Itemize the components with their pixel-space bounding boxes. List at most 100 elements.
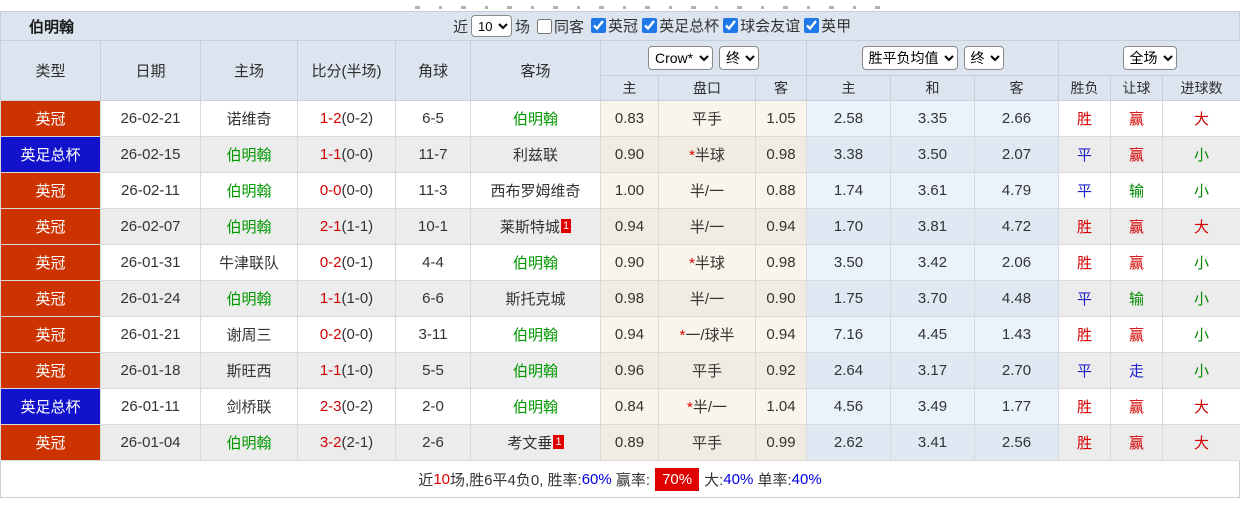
odds-time-select[interactable]: 终 (719, 46, 759, 70)
away-team-cell: 考文垂 1 (470, 424, 601, 461)
team-name: 考文垂 (507, 435, 553, 452)
league-cell: 英冠 (0, 100, 101, 137)
goals-cell: 小 (1162, 244, 1240, 281)
home-odds-cell: 0.84 (600, 388, 659, 425)
home-odds-cell: 0.83 (600, 100, 659, 137)
home-odds-cell: 0.94 (600, 208, 659, 245)
goals-cell: 小 (1162, 352, 1240, 389)
home-team-cell: 伯明翰 (200, 280, 298, 317)
home-odds-cell: 0.96 (600, 352, 659, 389)
home-team-cell: 伯明翰 (200, 136, 298, 173)
league-filter-checkbox[interactable] (642, 18, 658, 33)
table-row: 英冠 26-01-31 牛津联队 0-2(0-1) 4-4 伯明翰 0.90 *… (0, 244, 1240, 281)
result-cell: 平 (1058, 352, 1112, 389)
mean-away-cell: 4.48 (974, 280, 1060, 317)
goals-cell: 小 (1162, 280, 1240, 317)
handicap-result-cell: 赢 (1110, 316, 1164, 353)
title-bar: 伯明翰 近 10 场 同客 英冠 英足总杯 球会友谊 英甲 (0, 11, 1240, 40)
home-team-cell: 伯明翰 (200, 172, 298, 209)
corners-cell: 10-1 (395, 208, 471, 245)
red-card-badge: 1 (553, 435, 564, 449)
handicap-cell: *一/球半 (658, 316, 756, 353)
mean-home-cell: 1.74 (806, 172, 892, 209)
score-cell: 1-1(1-0) (297, 280, 396, 317)
goals-cell: 大 (1162, 208, 1240, 245)
scope-select[interactable]: 全场 (1122, 46, 1177, 70)
mean-type-select[interactable]: 胜平负均值 (861, 46, 958, 70)
summary-segment: 70% (655, 467, 700, 491)
handicap-cell: 平手 (658, 424, 756, 461)
league-filter-group: 英冠 英足总杯 球会友谊 英甲 (587, 15, 851, 37)
corners-cell: 6-6 (395, 280, 471, 317)
team-name: 伯明翰 (226, 183, 272, 200)
date-cell: 26-01-04 (100, 424, 201, 461)
same-opponent-checkbox[interactable] (537, 18, 553, 34)
team-name: 剑桥联 (226, 399, 272, 416)
result-cell: 平 (1058, 136, 1112, 173)
home-team-cell: 诺维奇 (200, 100, 298, 137)
odds-company-select[interactable]: Crow* (648, 46, 713, 70)
mean-time-select[interactable]: 终 (963, 46, 1004, 70)
league-filter-checkbox[interactable] (804, 18, 820, 33)
corners-cell: 2-0 (395, 388, 471, 425)
same-opponent-option[interactable]: 同客 (533, 16, 584, 37)
odds-select-cell: Crow* 终 (599, 40, 808, 76)
mean-draw-cell: 3.35 (890, 100, 976, 137)
handicap-star: * (689, 255, 695, 272)
league-cell: 英冠 (0, 424, 101, 461)
team-name: 伯明翰 (226, 435, 272, 452)
handicap-cell: 半/一 (658, 172, 756, 209)
score-cell: 2-3(0-2) (297, 388, 396, 425)
mean-home-cell: 4.56 (806, 388, 892, 425)
handicap-cell: 半/一 (658, 280, 756, 317)
date-cell: 26-02-15 (100, 136, 201, 173)
recent-label: 近 (453, 18, 469, 36)
score-cell: 0-2(0-0) (297, 316, 396, 353)
recent-count-select[interactable]: 10 (471, 15, 513, 37)
team-name: 斯旺西 (226, 363, 272, 380)
handicap-cell: *半球 (658, 136, 756, 173)
date-cell: 26-01-18 (100, 352, 201, 389)
league-filter-checkbox[interactable] (723, 18, 739, 33)
away-odds-cell: 0.88 (754, 172, 808, 209)
filter-controls: 近 10 场 同客 英冠 英足总杯 球会友谊 英甲 (453, 12, 851, 40)
summary-segment: 单率: (753, 471, 792, 489)
mean-draw-cell: 3.61 (890, 172, 976, 209)
score-cell: 1-2(0-2) (297, 100, 396, 137)
home-team-cell: 牛津联队 (200, 244, 298, 281)
league-filter-1[interactable]: 英足总杯 (638, 15, 719, 36)
mean-draw-cell: 3.41 (890, 424, 976, 461)
summary-segment: 40% (723, 470, 754, 488)
away-team-cell: 斯托克城 (470, 280, 601, 317)
sub-header-odds-home: 主 (600, 75, 659, 101)
col-header-type: 类型 (0, 40, 101, 101)
away-odds-cell: 0.94 (754, 316, 808, 353)
corners-cell: 11-7 (395, 136, 471, 173)
table-row: 英冠 26-01-24 伯明翰 1-1(1-0) 6-6 斯托克城 0.98 半… (0, 280, 1240, 317)
table-row: 英足总杯 26-01-11 剑桥联 2-3(0-2) 2-0 伯明翰 0.84 … (0, 388, 1240, 425)
away-team-cell: 伯明翰 (470, 244, 601, 281)
league-filter-checkbox[interactable] (591, 18, 607, 33)
mean-draw-cell: 3.42 (890, 244, 976, 281)
mean-draw-cell: 4.45 (890, 316, 976, 353)
handicap-result-cell: 输 (1110, 172, 1164, 209)
away-team-cell: 莱斯特城 1 (470, 208, 601, 245)
league-filter-3[interactable]: 英甲 (800, 15, 851, 36)
league-filter-2[interactable]: 球会友谊 (719, 15, 800, 36)
corners-cell: 3-11 (395, 316, 471, 353)
mean-draw-cell: 3.49 (890, 388, 976, 425)
handicap-cell: 平手 (658, 100, 756, 137)
mean-away-cell: 4.79 (974, 172, 1060, 209)
team-name: 利兹联 (512, 147, 558, 164)
mean-away-cell: 2.56 (974, 424, 1060, 461)
league-cell: 英冠 (0, 280, 101, 317)
summary-segment: 场,胜6平4负0, 胜率: (450, 471, 582, 489)
team-name: 谢周三 (226, 327, 272, 344)
league-filter-0[interactable]: 英冠 (587, 15, 638, 36)
away-odds-cell: 0.98 (754, 244, 808, 281)
result-cell: 胜 (1058, 388, 1112, 425)
goals-cell: 大 (1162, 100, 1240, 137)
table-row: 英冠 26-02-07 伯明翰 2-1(1-1) 10-1 莱斯特城 1 0.94… (0, 208, 1240, 245)
match-history-panel: 伯明翰 近 10 场 同客 英冠 英足总杯 球会友谊 英甲 类型 日期 主场 比… (0, 0, 1240, 507)
sub-header-handicap-result: 让球 (1110, 75, 1164, 101)
